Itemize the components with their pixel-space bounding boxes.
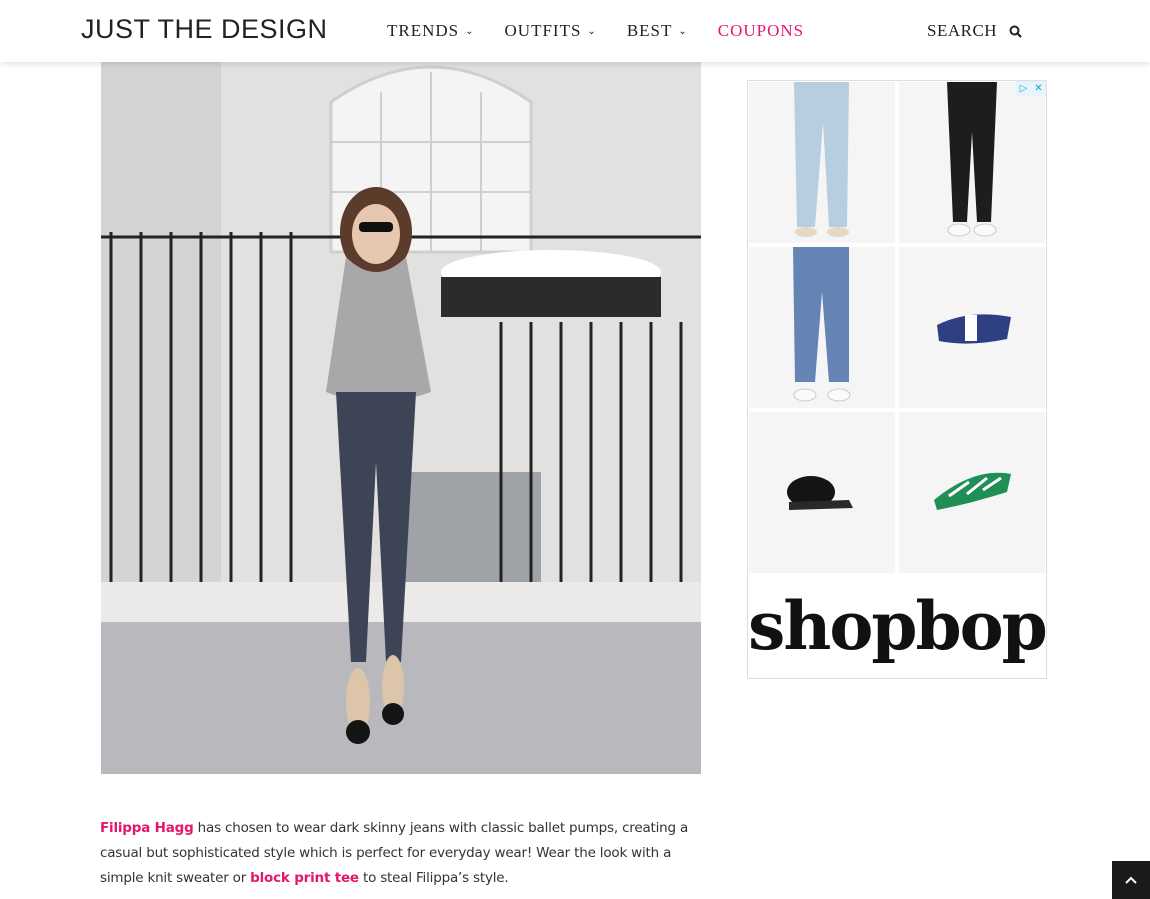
block-print-tee-link[interactable]: block print tee	[250, 870, 359, 886]
nav-best-label: BEST	[626, 21, 673, 40]
search-button[interactable]: SEARCH	[927, 0, 1022, 62]
main-nav: TRENDS ⌄ OUTFITS ⌄ BEST ⌄ COUPONS	[387, 0, 834, 62]
chevron-down-icon: ⌄	[678, 26, 688, 37]
ad-product-light-jeans[interactable]	[749, 82, 895, 243]
chevron-down-icon: ⌄	[587, 26, 597, 37]
nav-best[interactable]: BEST ⌄	[627, 21, 688, 41]
search-icon	[1009, 25, 1022, 38]
nav-outfits-label: OUTFITS	[504, 21, 582, 40]
close-icon[interactable]: ✕	[1031, 81, 1046, 96]
ad-product-cropped-jeans[interactable]	[749, 247, 895, 408]
nav-outfits[interactable]: OUTFITS ⌄	[505, 21, 597, 41]
nav-trends[interactable]: TRENDS ⌄	[387, 21, 475, 41]
chevron-up-icon	[1125, 876, 1137, 884]
nav-trends-label: TRENDS	[387, 21, 460, 40]
ad-choices-badge[interactable]: ▷ ✕	[1016, 81, 1046, 96]
adchoices-icon[interactable]: ▷	[1016, 81, 1031, 96]
search-label: SEARCH	[927, 21, 998, 40]
ad-product-green-mule[interactable]	[899, 412, 1045, 573]
filippa-hagg-link[interactable]: Filippa Hagg	[100, 820, 194, 836]
outfit-photo	[101, 62, 701, 774]
ad-product-blue-slide[interactable]	[899, 247, 1045, 408]
caption-text-2: to steal Filippa’s style.	[358, 870, 509, 886]
nav-coupons[interactable]: COUPONS	[718, 21, 804, 41]
shopbop-ad[interactable]: ▷ ✕ shopbop	[747, 80, 1048, 679]
ad-product-black-jeans[interactable]	[899, 82, 1045, 243]
site-logo[interactable]: JUST THE DESIGN	[81, 14, 328, 45]
ad-product-fur-mule[interactable]	[749, 412, 895, 573]
back-to-top-button[interactable]	[1112, 861, 1150, 899]
nav-coupons-label: COUPONS	[717, 21, 805, 40]
outfit-caption: Filippa Hagg has chosen to wear dark ski…	[100, 816, 700, 891]
site-header: JUST THE DESIGN TRENDS ⌄ OUTFITS ⌄ BEST …	[0, 0, 1150, 62]
chevron-down-icon: ⌄	[465, 26, 475, 37]
shopbop-logo[interactable]: shopbop	[748, 574, 1048, 678]
